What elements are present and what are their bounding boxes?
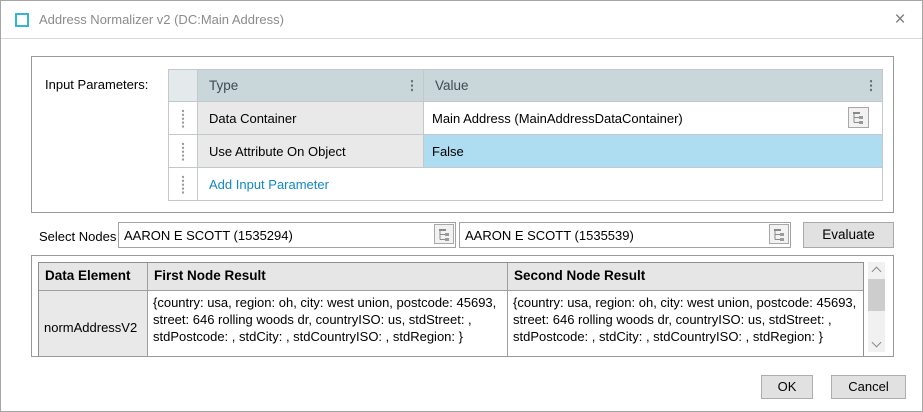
result-second-node-cell: {country: usa, region: oh, city: west un… (508, 291, 863, 356)
window-title: Address Normalizer v2 (DC:Main Address) (39, 12, 284, 27)
param-type-label: Data Container (209, 111, 296, 126)
tree-icon (773, 228, 786, 241)
param-value-label: Main Address (MainAddressDataContainer) (432, 111, 683, 126)
first-node-field (118, 222, 456, 248)
input-parameters-label: Input Parameters: (45, 77, 148, 92)
drag-dots-icon (181, 142, 185, 161)
add-input-parameter-link[interactable]: Add Input Parameter (209, 177, 329, 192)
column-header-value-label: Value (435, 78, 469, 93)
param-type-label: Use Attribute On Object (209, 144, 346, 159)
row-drag-handle[interactable] (169, 168, 197, 200)
select-nodes-label: Select Nodes (39, 229, 116, 244)
param-value-label: False (432, 144, 464, 159)
column-menu-icon[interactable] (410, 79, 414, 92)
param-value-cell[interactable]: Main Address (MainAddressDataContainer) (424, 102, 882, 134)
second-node-input[interactable] (459, 222, 791, 248)
row-drag-handle[interactable] (169, 135, 197, 167)
titlebar: Address Normalizer v2 (DC:Main Address) … (1, 1, 922, 39)
second-node-picker-button[interactable] (769, 224, 789, 244)
chevron-up-icon (872, 267, 882, 277)
input-parameters-table: Type Value Data Container Main Address (… (168, 69, 883, 201)
tree-icon (852, 111, 865, 124)
ok-button[interactable]: OK (761, 375, 813, 399)
first-node-input[interactable] (118, 222, 456, 248)
results-header-second-node[interactable]: Second Node Result (508, 263, 863, 290)
app-icon (15, 13, 29, 27)
column-header-type[interactable]: Type (198, 70, 423, 101)
cancel-button[interactable]: Cancel (831, 375, 906, 399)
chevron-down-icon (872, 338, 882, 348)
address-normalizer-dialog: Address Normalizer v2 (DC:Main Address) … (0, 0, 923, 412)
param-type-cell[interactable]: Data Container (198, 102, 423, 134)
results-header-data-element[interactable]: Data Element (39, 263, 147, 290)
result-data-element-cell: normAddressV2 (39, 291, 147, 356)
results-panel: Data Element First Node Result Second No… (31, 255, 894, 357)
scrollbar-thumb[interactable] (868, 279, 885, 311)
data-container-picker-button[interactable] (848, 107, 869, 128)
drag-dots-icon (181, 109, 185, 128)
results-table: Data Element First Node Result Second No… (38, 262, 864, 356)
second-node-field (459, 222, 791, 248)
first-node-picker-button[interactable] (434, 224, 454, 244)
scroll-down-icon[interactable] (868, 336, 885, 352)
tree-icon (438, 228, 451, 241)
param-value-cell-selected[interactable]: False (424, 135, 882, 167)
add-input-parameter-row: Add Input Parameter (198, 168, 882, 200)
scroll-up-icon[interactable] (868, 262, 885, 278)
row-drag-handle[interactable] (169, 102, 197, 134)
column-header-value[interactable]: Value (424, 70, 882, 101)
handle-column-header (169, 70, 197, 101)
results-clip: Data Element First Node Result Second No… (38, 262, 864, 356)
column-menu-icon[interactable] (869, 79, 873, 92)
param-type-cell[interactable]: Use Attribute On Object (198, 135, 423, 167)
results-scrollbar[interactable] (868, 262, 885, 352)
drag-dots-icon (181, 175, 185, 194)
evaluate-button[interactable]: Evaluate (803, 222, 894, 248)
column-header-type-label: Type (209, 78, 238, 93)
input-parameters-group: Input Parameters: Type Value Data Contai… (31, 56, 894, 213)
results-header-first-node[interactable]: First Node Result (148, 263, 507, 290)
close-icon[interactable]: × (886, 6, 914, 34)
result-first-node-cell: {country: usa, region: oh, city: west un… (148, 291, 507, 356)
